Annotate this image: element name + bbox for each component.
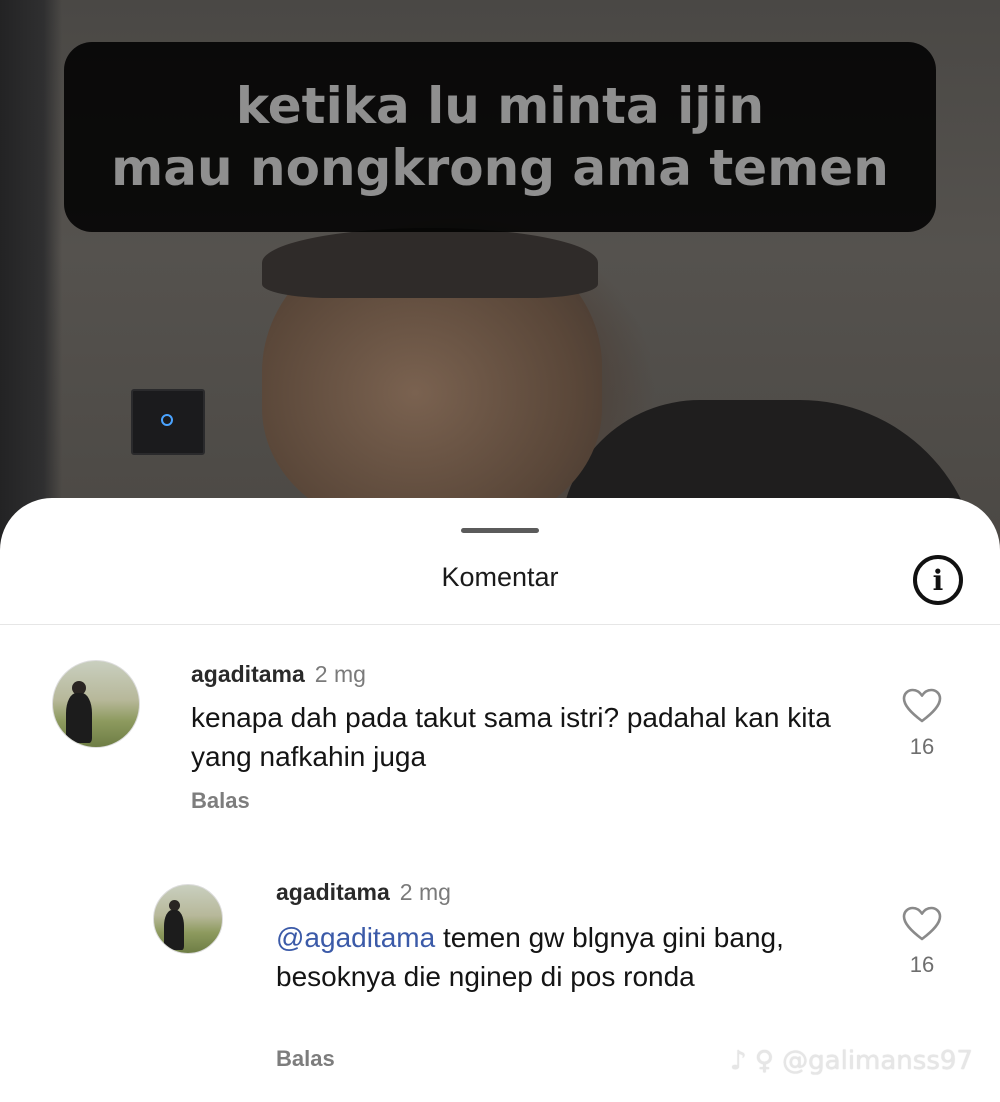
tiktok-watermark: ♪ ♀ @galimanss97 (730, 1046, 973, 1076)
video-caption: ketika lu minta ijin mau nongkrong ama t… (64, 42, 936, 232)
comments-sheet: Komentar i agaditama 2 mg kenapa dah pada… (0, 498, 1000, 1102)
video-wall-shadow (0, 0, 62, 560)
reply-button[interactable]: Balas (276, 1046, 335, 1072)
video-caption-line-1: ketika lu minta ijin (235, 77, 765, 135)
comment-meta: agaditama 2 mg (276, 879, 451, 906)
comment-text: @agaditama temen gw blgnya gini bang, be… (276, 918, 796, 996)
video-caption-line-2: mau nongkrong ama temen (111, 139, 889, 197)
video-player[interactable]: ketika lu minta ijin mau nongkrong ama t… (0, 0, 1000, 560)
video-switch-led (161, 414, 173, 426)
like-count: 16 (909, 952, 935, 977)
video-person-hair (262, 228, 598, 298)
mention-link[interactable]: @agaditama (276, 922, 435, 953)
like-button[interactable]: 16 (892, 906, 952, 978)
reply-comment-item: agaditama 2 mg @agaditama temen gw blgnya… (0, 498, 1000, 1102)
avatar[interactable] (153, 884, 223, 954)
avatar-figure-body (164, 910, 184, 950)
heart-icon (902, 906, 942, 941)
comment-username[interactable]: agaditama (276, 879, 390, 905)
comment-timestamp: 2 mg (399, 879, 451, 905)
